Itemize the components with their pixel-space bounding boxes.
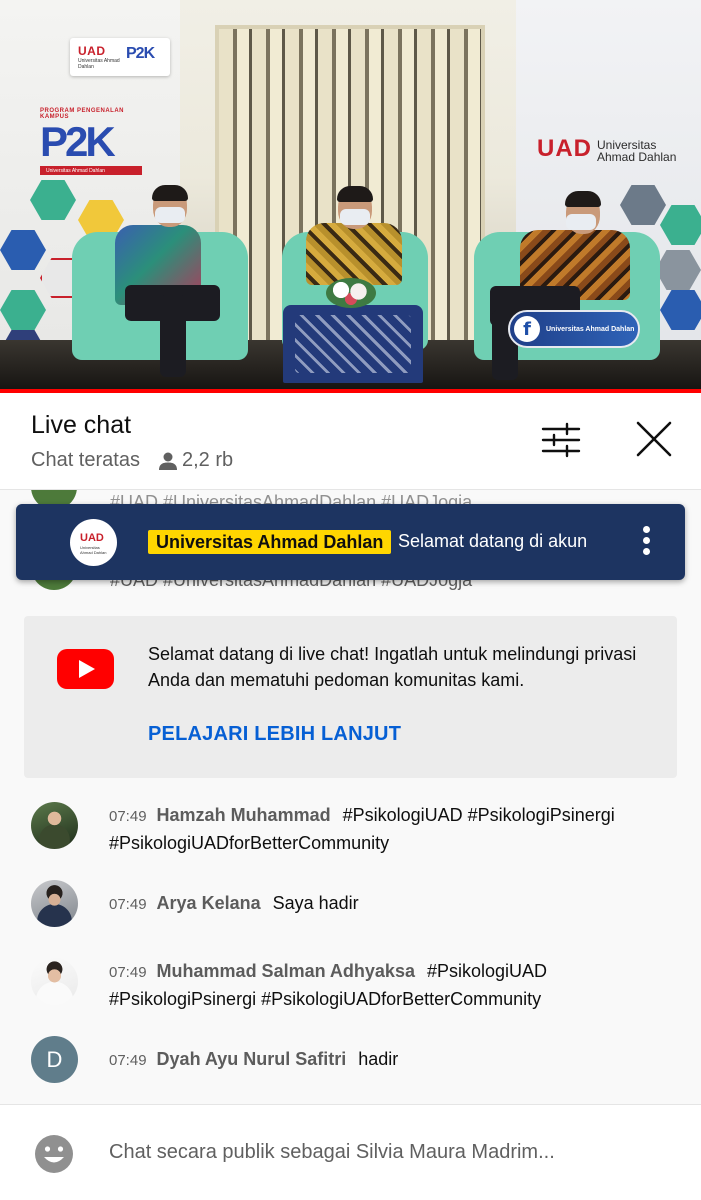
chat-message-list[interactable]: #UAD #UniversitasAhmadDahlan #UADJogja #… [0, 490, 701, 1104]
emoji-icon [35, 1135, 73, 1173]
more-vert-icon [636, 526, 656, 555]
banner-logo: P2K [40, 118, 116, 165]
channel-avatar: UAD Universitas Ahmad Dahlan [70, 519, 117, 566]
chat-mode-label[interactable]: Chat teratas [31, 449, 140, 472]
chat-input-field[interactable]: Chat secara publik sebagai Silvia Maura … [109, 1141, 669, 1164]
avatar[interactable]: D [31, 1036, 78, 1083]
channel-avatar-subtext: Universitas Ahmad Dahlan [80, 545, 107, 555]
uad-wall-logo-name: Universitas Ahmad Dahlan [597, 138, 677, 164]
p2k-banner: PROGRAM PENGENALAN KAMPUS P2K Universita… [40, 108, 150, 188]
close-chat-button[interactable] [632, 417, 676, 461]
chat-filter-button[interactable] [540, 421, 582, 459]
message-author[interactable]: Dyah Ayu Nurul Safitri [157, 1049, 347, 1069]
chat-message-body: 07:49 Dyah Ayu Nurul Safitri hadir [109, 1046, 669, 1074]
live-chat-header: Live chat Chat teratas 2,2 rb [0, 393, 701, 490]
facebook-icon: f [514, 316, 540, 342]
chat-message-body: 07:49 Hamzah Muhammad #PsikologiUAD #Psiko… [109, 802, 669, 856]
chat-message-body: 07:49 Muhammad Salman Adhyaksa #PsikologiU… [109, 958, 669, 1012]
more-options-button[interactable] [636, 522, 656, 562]
avatar[interactable] [31, 880, 78, 927]
uad-wall-logo-abbr: UAD [537, 135, 592, 162]
message-time: 07:49 [109, 1052, 147, 1069]
message-time: 07:49 [109, 896, 147, 913]
message-time: 07:49 [109, 964, 147, 981]
avatar-letter: D [46, 1046, 63, 1072]
center-table [283, 305, 423, 383]
uad-p2k-logo: UAD Universitas Ahmad Dahlan P2K [70, 38, 170, 76]
p2k-logo-text: P2K [126, 45, 155, 62]
facebook-badge: f Universitas Ahmad Dahlan [508, 310, 640, 348]
message-author[interactable]: Hamzah Muhammad [157, 805, 331, 825]
channel-avatar-abbr: UAD [80, 532, 104, 544]
avatar[interactable] [31, 802, 78, 849]
flower-arrangement [326, 278, 376, 308]
uad-wall-logo: UAD Universitas Ahmad Dahlan [537, 135, 676, 163]
viewer-count-value: 2,2 rb [181, 449, 234, 471]
live-stream-page: UAD Universitas Ahmad Dahlan P2K PROGRAM… [0, 0, 701, 1200]
pinned-message-banner[interactable]: UAD Universitas Ahmad Dahlan Universitas… [16, 504, 685, 580]
avatar[interactable] [31, 958, 78, 1005]
sliders-icon [541, 422, 581, 458]
banner-bar: Universitas Ahmad Dahlan [40, 166, 142, 175]
facebook-badge-text: Universitas Ahmad Dahlan [546, 325, 635, 333]
live-chat-title: Live chat [31, 411, 132, 439]
message-author[interactable]: Arya Kelana [157, 893, 261, 913]
pinned-message-text: Selamat datang di akun [398, 531, 588, 551]
chat-mode-selector[interactable]: Chat teratas 2,2 rb [31, 449, 233, 472]
uad-logo-subtext: Universitas Ahmad Dahlan [78, 58, 120, 70]
message-time: 07:49 [109, 808, 147, 825]
welcome-card: Selamat datang di live chat! Ingatlah un… [24, 616, 677, 778]
chat-message-body: 07:49 Arya Kelana Saya hadir [109, 890, 669, 918]
welcome-text: Selamat datang di live chat! Ingatlah un… [148, 644, 637, 690]
chat-input-bar: Chat secara publik sebagai Silvia Maura … [0, 1104, 701, 1200]
learn-more-link[interactable]: PELAJARI LEBIH LANJUT [148, 723, 401, 746]
message-author[interactable]: Muhammad Salman Adhyaksa [157, 961, 415, 981]
person-icon [158, 452, 177, 470]
viewer-count: 2,2 rb [158, 449, 233, 472]
youtube-icon [57, 649, 114, 689]
message-text: Saya hadir [272, 893, 359, 913]
channel-owner-badge[interactable]: Universitas Ahmad Dahlan [148, 530, 392, 554]
emoji-button[interactable] [34, 1134, 74, 1174]
uad-logo-text: UAD [78, 44, 106, 58]
close-icon [636, 421, 672, 457]
video-player[interactable]: UAD Universitas Ahmad Dahlan P2K PROGRAM… [0, 0, 701, 393]
message-text: hadir [358, 1049, 399, 1069]
